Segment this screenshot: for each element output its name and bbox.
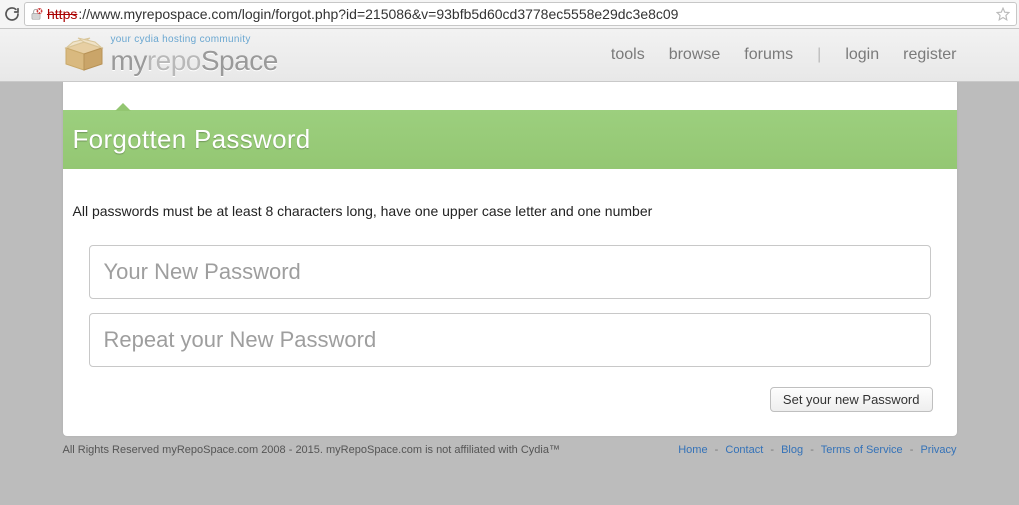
browser-chrome: https ://www.myrepospace.com/login/forgo… bbox=[0, 0, 1019, 29]
footer-home[interactable]: Home bbox=[678, 444, 707, 456]
title-bar-arrow-icon bbox=[115, 103, 131, 111]
star-icon bbox=[996, 7, 1010, 21]
nav-forums[interactable]: forums bbox=[744, 46, 793, 64]
nav-tools[interactable]: tools bbox=[611, 46, 645, 64]
brand-name: myrepoSpace bbox=[111, 47, 278, 75]
nav-register[interactable]: register bbox=[903, 46, 956, 64]
footer-blog[interactable]: Blog bbox=[781, 444, 803, 456]
nav-browse[interactable]: browse bbox=[669, 46, 721, 64]
url-path: ://www.myrepospace.com/login/forgot.php?… bbox=[78, 6, 678, 22]
page-title: Forgotten Password bbox=[63, 110, 957, 169]
bookmark-button[interactable] bbox=[994, 5, 1012, 23]
content-card: Forgotten Password All passwords must be… bbox=[63, 82, 957, 436]
logo[interactable]: your cydia hosting community myrepoSpace bbox=[63, 35, 278, 75]
reload-button[interactable] bbox=[2, 4, 22, 24]
copyright: All Rights Reserved myRepoSpace.com 2008… bbox=[63, 444, 560, 456]
reload-icon bbox=[4, 6, 20, 22]
footer-contact[interactable]: Contact bbox=[725, 444, 763, 456]
url-scheme: https bbox=[47, 6, 77, 22]
top-nav-band: your cydia hosting community myrepoSpace… bbox=[0, 29, 1019, 82]
box-icon bbox=[63, 36, 105, 74]
nav-separator: | bbox=[817, 46, 821, 64]
footer-privacy[interactable]: Privacy bbox=[920, 444, 956, 456]
footer-tos[interactable]: Terms of Service bbox=[821, 444, 903, 456]
footer-links: Home - Contact - Blog - Terms of Service… bbox=[678, 444, 956, 456]
nav-links: tools browse forums | login register bbox=[611, 46, 957, 64]
repeat-password-input[interactable] bbox=[89, 313, 931, 367]
tagline: your cydia hosting community bbox=[111, 35, 278, 45]
footer: All Rights Reserved myRepoSpace.com 2008… bbox=[61, 440, 959, 460]
address-bar[interactable]: https ://www.myrepospace.com/login/forgo… bbox=[24, 2, 1017, 26]
nav-login[interactable]: login bbox=[845, 46, 879, 64]
password-rules: All passwords must be at least 8 charact… bbox=[73, 203, 947, 219]
new-password-input[interactable] bbox=[89, 245, 931, 299]
set-password-button[interactable]: Set your new Password bbox=[770, 387, 933, 412]
ssl-warning-icon bbox=[29, 7, 43, 21]
